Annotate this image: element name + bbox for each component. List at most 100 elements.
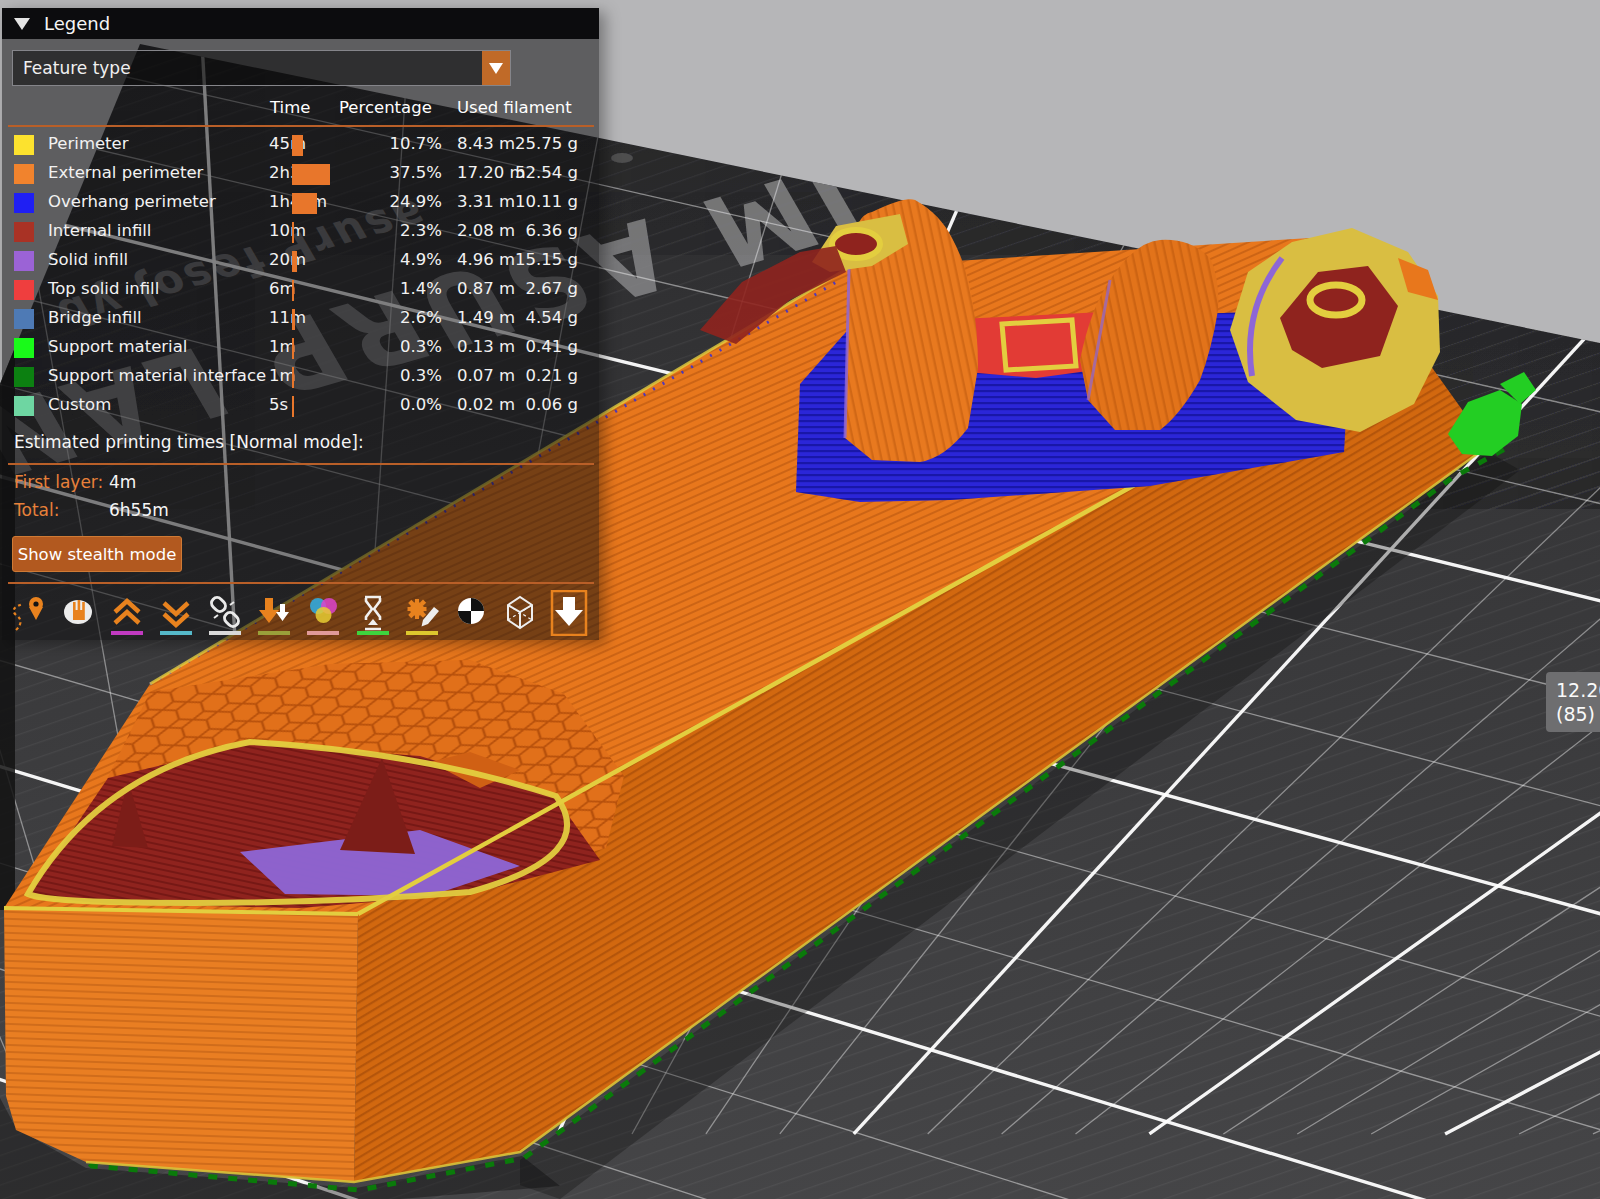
feature-length: 0.07 m [457, 366, 515, 385]
feature-type-label: Feature type [23, 58, 131, 78]
legend-row[interactable]: Support material1m0.3%0.13 m0.41 g [2, 334, 599, 363]
feature-weight: 15.15 g [515, 250, 578, 269]
layer-number-value: (85) [1556, 702, 1600, 726]
estimated-times-title: Estimated printing times [Normal mode]: [14, 432, 364, 452]
dropdown-button[interactable] [482, 51, 510, 85]
legend-row[interactable]: Custom5s0.0%0.02 m0.06 g [2, 392, 599, 421]
layer-height-value: 12.20 [1556, 678, 1600, 702]
legend-rows: Perimeter45m10.7%8.43 m25.75 gExternal p… [2, 131, 599, 421]
feature-weight: 4.54 g [526, 308, 578, 327]
center-of-gravity-icon[interactable] [452, 590, 492, 640]
feature-length: 0.02 m [457, 395, 515, 414]
percentage-bar [292, 135, 303, 156]
feature-label: Support material [48, 337, 187, 356]
feature-label: External perimeter [48, 163, 203, 182]
feature-percentage: 2.6% [400, 308, 442, 327]
feature-time: 20m [269, 250, 306, 269]
feature-length: 2.08 m [457, 221, 515, 240]
feature-time: 10m [269, 221, 306, 240]
feature-color-swatch [14, 193, 34, 213]
column-header-percentage: Percentage [339, 98, 432, 117]
percentage-bar [292, 338, 294, 359]
3d-view-icon[interactable] [501, 590, 541, 640]
feature-length: 1.49 m [457, 308, 515, 327]
percentage-bar [292, 222, 294, 243]
legend-row[interactable]: Overhang perimeter1h43m24.9%3.31 m10.11 … [2, 189, 599, 218]
feature-label: Bridge infill [48, 308, 142, 327]
feature-color-swatch [14, 164, 34, 184]
feature-color-swatch [14, 222, 34, 242]
percentage-bar [292, 280, 294, 301]
feature-length: 8.43 m [457, 134, 515, 153]
feature-weight: 2.67 g [526, 279, 578, 298]
bed-mark [611, 153, 633, 163]
tool-colors-icon[interactable] [304, 590, 344, 640]
divider [8, 582, 594, 584]
feature-percentage: 24.9% [390, 192, 442, 211]
feature-length: 0.13 m [457, 337, 515, 356]
show-stealth-mode-button[interactable]: Show stealth mode [12, 536, 182, 572]
feature-label: Support material interface [48, 366, 266, 385]
percentage-bar [292, 396, 294, 417]
travel-moves-icon[interactable] [10, 590, 50, 640]
feature-percentage: 0.3% [400, 366, 442, 385]
legend-row[interactable]: Support material interface1m0.3%0.07 m0.… [2, 363, 599, 392]
feature-type-dropdown[interactable]: Feature type [12, 50, 511, 86]
feature-color-swatch [14, 251, 34, 271]
feature-time: 11m [269, 308, 306, 327]
feature-percentage: 4.9% [400, 250, 442, 269]
feature-weight: 52.54 g [515, 163, 578, 182]
feature-label: Overhang perimeter [48, 192, 216, 211]
feature-length: 0.87 m [457, 279, 515, 298]
legend-row[interactable]: Bridge infill 11m 2.6% 1.49 m 4.54 g [2, 305, 599, 334]
feature-length: 4.96 m [457, 250, 515, 269]
feature-color-swatch [14, 396, 34, 416]
feature-label: Custom [48, 395, 111, 414]
pause-prints-icon[interactable] [354, 590, 394, 640]
shells-down-icon[interactable] [157, 590, 197, 640]
legend-row[interactable]: Top solid infill6m1.4%0.87 m2.67 g [2, 276, 599, 305]
feature-label: Top solid infill [48, 279, 159, 298]
feature-percentage: 1.4% [400, 279, 442, 298]
feature-weight: 25.75 g [515, 134, 578, 153]
color-changes-icon[interactable] [59, 590, 99, 640]
divider [8, 125, 594, 127]
deretractions-icon[interactable] [255, 590, 295, 640]
shells-up-icon[interactable] [108, 590, 148, 640]
feature-percentage: 0.0% [400, 395, 442, 414]
first-layer-value: 4m [109, 472, 136, 492]
layer-slider-badge[interactable]: 12.20 (85) [1546, 672, 1600, 732]
feature-color-swatch [14, 309, 34, 329]
column-header-time: Time [270, 98, 310, 117]
feature-label: Internal infill [48, 221, 151, 240]
feature-time: 5s [269, 395, 288, 414]
percentage-bar [292, 193, 317, 214]
total-label: Total: [14, 500, 59, 520]
feature-percentage: 2.3% [400, 221, 442, 240]
percentage-bar [292, 164, 330, 185]
feature-weight: 0.21 g [526, 366, 578, 385]
legend-header[interactable]: Legend [2, 8, 599, 39]
percentage-bar [292, 309, 295, 330]
custom-gcode-icon[interactable] [403, 590, 443, 640]
legend-toolbar [10, 590, 590, 640]
legend-row[interactable]: Solid infill 20m 4.9% 4.96 m15.15 g [2, 247, 599, 276]
legend-row[interactable]: Internal infill 10m 2.3% 2.08 m 6.36 g [2, 218, 599, 247]
feature-percentage: 0.3% [400, 337, 442, 356]
feature-weight: 6.36 g [526, 221, 578, 240]
legend-row[interactable]: Perimeter45m10.7%8.43 m25.75 g [2, 131, 599, 160]
column-header-used-filament: Used filament [457, 98, 572, 117]
feature-weight: 10.11 g [515, 192, 578, 211]
feature-label: Solid infill [48, 250, 128, 269]
first-layer-label: First layer: [14, 472, 103, 492]
legend-row[interactable]: External perimeter2h36m37.5%17.20 m52.54… [2, 160, 599, 189]
extruder-icon[interactable] [550, 590, 590, 640]
retractions-icon[interactable] [206, 590, 246, 640]
legend-panel: Legend Feature type Time Percentage Used… [2, 8, 599, 640]
feature-percentage: 10.7% [390, 134, 442, 153]
percentage-bar [292, 251, 297, 272]
feature-color-swatch [14, 367, 34, 387]
feature-color-swatch [14, 280, 34, 300]
feature-color-swatch [14, 338, 34, 358]
collapse-triangle-icon[interactable] [14, 18, 30, 30]
